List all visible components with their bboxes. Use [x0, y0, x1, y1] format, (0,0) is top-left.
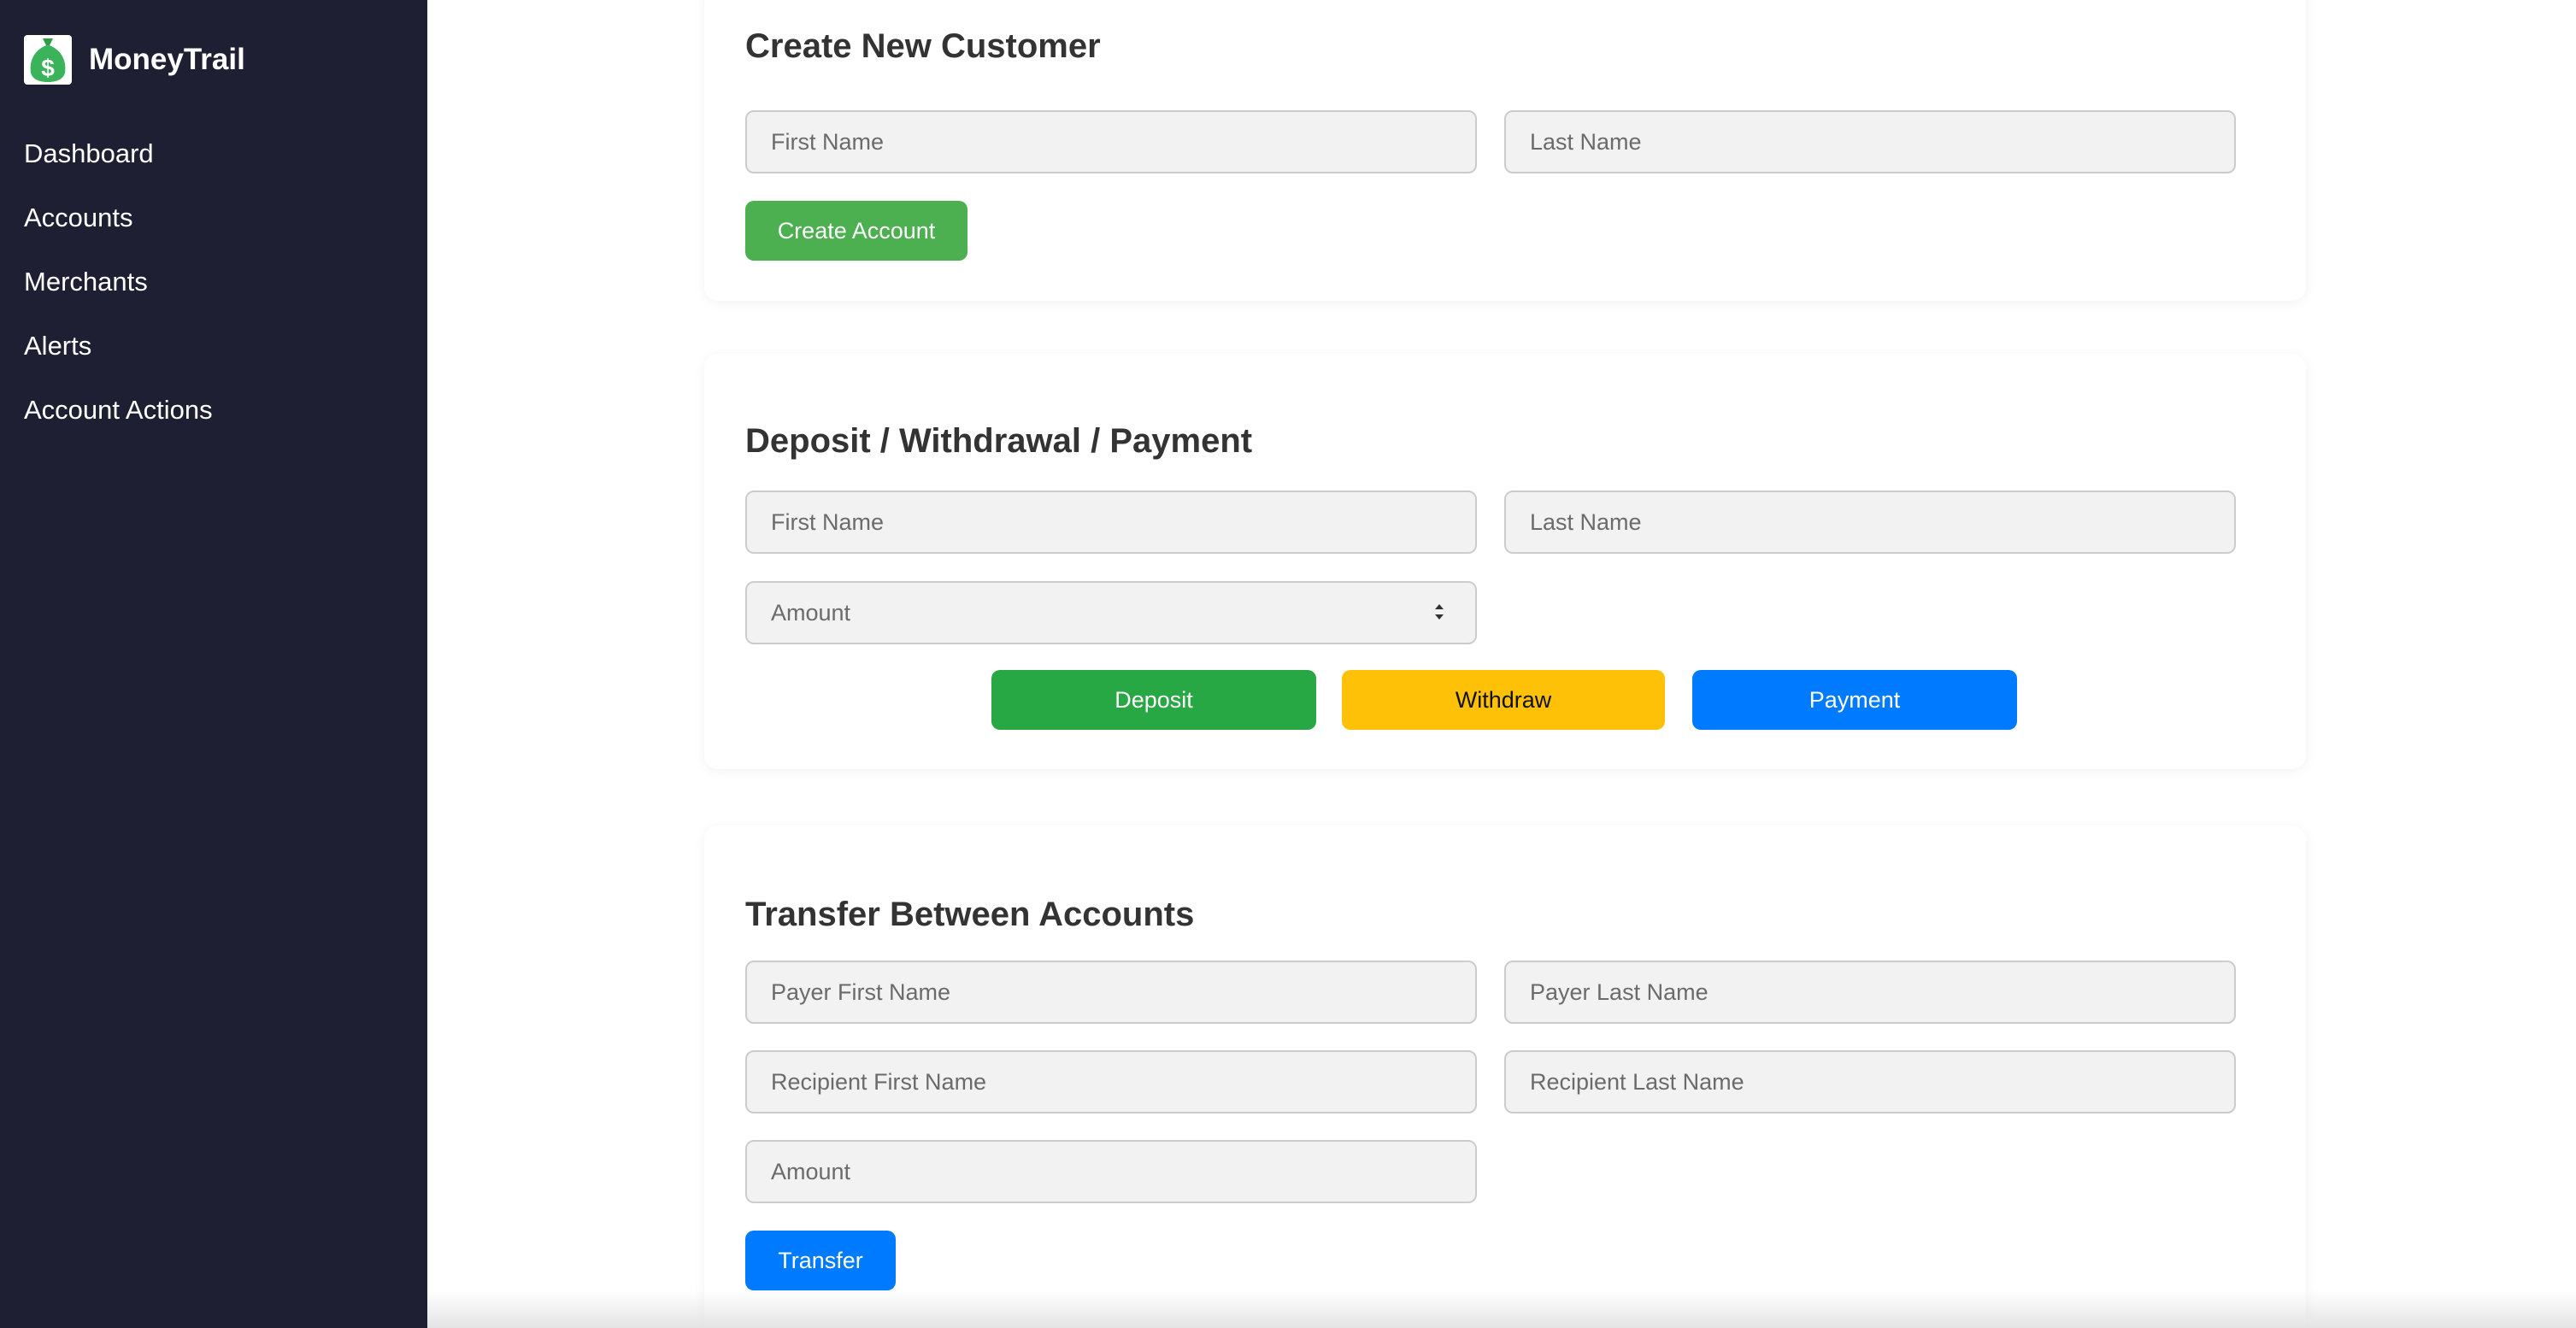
transfer-amount-input[interactable]	[745, 1140, 1477, 1203]
transfer-title: Transfer Between Accounts	[745, 896, 1195, 933]
main-content[interactable]: Create New Customer Create Account Depos…	[427, 0, 2576, 1328]
create-customer-title: Create New Customer	[745, 27, 1101, 65]
create-first-name-input[interactable]	[745, 110, 1477, 173]
withdraw-button[interactable]: Withdraw	[1342, 670, 1665, 730]
create-last-name-input[interactable]	[1504, 110, 2236, 173]
transfer-card: Transfer Between Accounts Transfer	[704, 826, 2306, 1328]
payment-button[interactable]: Payment	[1692, 670, 2017, 730]
stepper-arrows-icon[interactable]	[1432, 600, 1446, 624]
transaction-title: Deposit / Withdrawal / Payment	[745, 422, 1253, 460]
transaction-amount-input[interactable]	[745, 581, 1477, 644]
sidebar-nav: Dashboard Accounts Merchants Alerts Acco…	[24, 133, 213, 454]
brand-name: MoneyTrail	[89, 43, 245, 76]
sidebar-item-dashboard[interactable]: Dashboard	[24, 133, 213, 197]
transaction-first-name-input[interactable]	[745, 491, 1477, 554]
sidebar-item-account-actions[interactable]: Account Actions	[24, 390, 213, 454]
transaction-last-name-input[interactable]	[1504, 491, 2236, 554]
svg-text:$: $	[41, 55, 55, 81]
payer-last-name-input[interactable]	[1504, 961, 2236, 1024]
payer-first-name-input[interactable]	[745, 961, 1477, 1024]
sidebar: $ MoneyTrail Dashboard Accounts Merchant…	[0, 0, 427, 1328]
recipient-last-name-input[interactable]	[1504, 1050, 2236, 1114]
transaction-card: Deposit / Withdrawal / Payment Deposit W…	[704, 354, 2306, 769]
brand[interactable]: $ MoneyTrail	[24, 34, 245, 85]
deposit-button[interactable]: Deposit	[991, 670, 1316, 730]
sidebar-item-merchants[interactable]: Merchants	[24, 261, 213, 326]
transfer-button[interactable]: Transfer	[745, 1231, 896, 1290]
transaction-amount-wrapper	[745, 581, 1477, 644]
create-account-button[interactable]: Create Account	[745, 201, 967, 261]
sidebar-item-accounts[interactable]: Accounts	[24, 197, 213, 261]
money-bag-dollar-icon: $	[24, 35, 72, 85]
app-root: $ MoneyTrail Dashboard Accounts Merchant…	[0, 0, 2576, 1328]
recipient-first-name-input[interactable]	[745, 1050, 1477, 1114]
sidebar-item-alerts[interactable]: Alerts	[24, 326, 213, 390]
create-customer-card: Create New Customer Create Account	[704, 0, 2306, 301]
